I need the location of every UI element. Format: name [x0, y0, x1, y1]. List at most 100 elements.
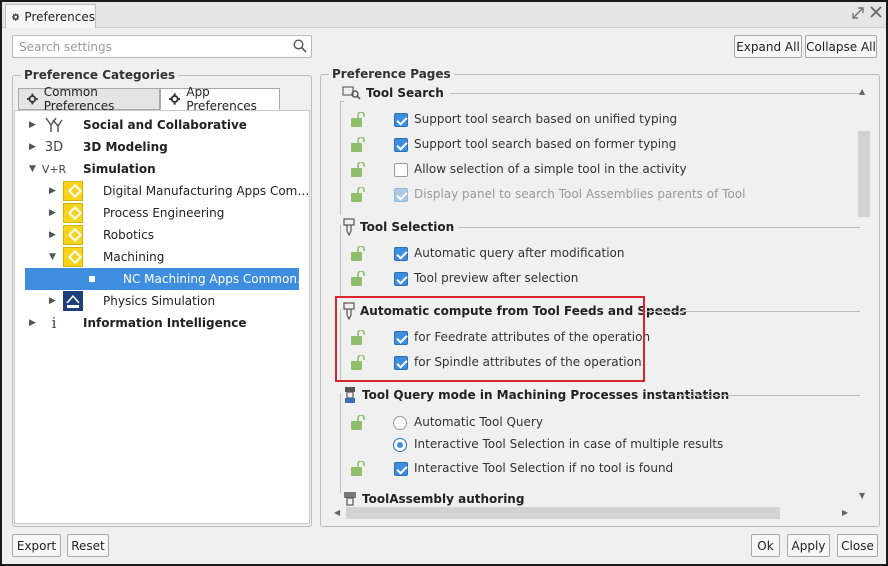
chevron-right-icon[interactable]: ▶ — [29, 142, 39, 152]
section-tool-search: Tool Search — [342, 83, 444, 103]
option-automatic-query[interactable]: Automatic query after modification — [350, 243, 850, 265]
tool-query-icon — [345, 387, 355, 403]
horizontal-scroll-thumb[interactable] — [346, 507, 780, 519]
search-box — [12, 35, 312, 58]
option-label: Automatic Tool Query — [414, 415, 543, 429]
tree-item-label: Process Engineering — [103, 206, 225, 220]
tab-common-preferences[interactable]: Common Preferences — [18, 85, 160, 113]
checkbox[interactable] — [394, 113, 408, 127]
tree-item-nc-machining[interactable]: NC Machining Apps Common… — [25, 268, 309, 290]
tree-item-3d-modeling[interactable]: ▶ 3D 3D Modeling — [15, 136, 309, 158]
close-icon[interactable] — [868, 6, 884, 22]
ok-button[interactable]: Ok — [751, 534, 780, 557]
tree-item-information-intelligence[interactable]: ▶ i Information Intelligence — [15, 312, 309, 334]
chevron-right-icon[interactable]: ▶ — [49, 208, 59, 218]
info-icon: i — [51, 314, 57, 332]
apply-button[interactable]: Apply — [787, 534, 830, 557]
checkbox[interactable] — [394, 462, 408, 476]
checkbox[interactable] — [394, 138, 408, 152]
option-tool-preview[interactable]: Tool preview after selection — [350, 268, 850, 290]
option-former-typing[interactable]: Support tool search based on former typi… — [350, 134, 850, 156]
tree-item-label: Social and Collaborative — [83, 118, 247, 132]
tree-item-simulation[interactable]: ▼ V+R Simulation — [15, 158, 309, 180]
app-icon — [63, 181, 83, 201]
horizontal-scrollbar[interactable]: ◀ ▶ — [332, 506, 854, 520]
preference-categories-title: Preference Categories — [21, 68, 179, 82]
tree-item-machining[interactable]: ▼ Machining — [15, 246, 309, 268]
search-icon[interactable] — [293, 39, 307, 53]
chevron-right-icon[interactable]: ▶ — [49, 296, 59, 306]
tab-label: Common Preferences — [43, 85, 115, 113]
tree-item-social[interactable]: ▶ Social and Collaborative — [15, 114, 309, 136]
option-unified-typing[interactable]: Support tool search based on unified typ… — [350, 109, 850, 131]
option-label: Allow selection of a simple tool in the … — [414, 162, 687, 176]
option-label: Interactive Tool Selection in case of mu… — [414, 437, 724, 451]
tree-item-digital-manufacturing[interactable]: ▶ Digital Manufacturing Apps Com… — [15, 180, 309, 202]
tree-item-label: Digital Manufacturing Apps Com… — [103, 184, 310, 198]
option-simple-tool[interactable]: Allow selection of a simple tool in the … — [350, 159, 850, 181]
checkbox[interactable] — [394, 163, 408, 177]
highlight-box — [335, 296, 645, 382]
scroll-up-icon[interactable]: ▲ — [859, 87, 865, 96]
chevron-right-icon[interactable]: ▶ — [49, 186, 59, 196]
lock-open-icon[interactable] — [350, 246, 368, 262]
lock-open-icon[interactable] — [350, 415, 368, 431]
option-interactive-no-tool[interactable]: Interactive Tool Selection if no tool is… — [350, 458, 850, 480]
vertical-scroll-thumb[interactable] — [858, 131, 870, 217]
option-tool-assemblies-panel[interactable]: Display panel to search Tool Assemblies … — [350, 184, 850, 206]
option-interactive-multiple[interactable]: Interactive Tool Selection in case of mu… — [350, 434, 850, 456]
tree-item-label: NC Machining Apps Common… — [123, 272, 309, 286]
tab-app-preferences[interactable]: App Preferences — [160, 85, 280, 113]
preference-pages-panel: Tool Search Support tool search based on… — [332, 83, 869, 506]
chevron-right-icon[interactable]: ▶ — [29, 318, 39, 328]
gear-icon — [169, 93, 181, 105]
option-label: Tool preview after selection — [414, 271, 579, 285]
export-button[interactable]: Export — [12, 534, 61, 557]
radio[interactable] — [393, 438, 407, 452]
scroll-right-icon[interactable]: ▶ — [842, 508, 848, 517]
maximize-icon[interactable] — [850, 6, 866, 22]
option-automatic-tool-query[interactable]: Automatic Tool Query — [350, 412, 850, 434]
lock-open-icon[interactable] — [350, 271, 368, 287]
option-label: Automatic query after modification — [414, 246, 625, 260]
window-title: Preferences — [24, 9, 95, 24]
scroll-down-icon[interactable]: ▼ — [859, 491, 865, 500]
tool-assembly-icon — [344, 492, 356, 506]
checkbox[interactable] — [394, 247, 408, 261]
lock-open-icon[interactable] — [350, 137, 368, 153]
expand-all-button[interactable]: Expand All — [734, 35, 802, 58]
tree-item-physics-simulation[interactable]: ▶ Physics Simulation — [15, 290, 309, 312]
radio[interactable] — [393, 416, 407, 430]
option-label: Interactive Tool Selection if no tool is… — [414, 461, 674, 475]
3d-icon: 3D — [44, 139, 64, 155]
gear-icon — [27, 93, 38, 105]
chevron-down-icon[interactable]: ▼ — [29, 164, 39, 174]
social-icon — [43, 115, 65, 135]
lock-open-icon[interactable] — [350, 187, 368, 203]
tree-item-label: 3D Modeling — [83, 140, 168, 154]
simulation-icon: V+R — [41, 162, 67, 176]
section-title: ToolAssembly authoring — [362, 492, 525, 506]
checkbox[interactable] — [394, 272, 408, 286]
checkbox[interactable] — [394, 188, 408, 202]
lock-open-icon[interactable] — [350, 461, 368, 477]
close-button[interactable]: Close — [837, 534, 878, 557]
collapse-all-button[interactable]: Collapse All — [805, 35, 877, 58]
section-tool-query-mode: Tool Query mode in Machining Processes i… — [342, 385, 729, 405]
chevron-down-icon[interactable]: ▼ — [49, 252, 59, 262]
chevron-right-icon[interactable]: ▶ — [29, 120, 39, 130]
window-tab[interactable]: Preferences — [5, 4, 96, 28]
app-icon — [63, 247, 83, 267]
reset-button[interactable]: Reset — [67, 534, 109, 557]
lock-open-icon[interactable] — [350, 112, 368, 128]
section-title: Tool Search — [366, 86, 444, 100]
section-tool-selection: Tool Selection — [342, 217, 454, 237]
chevron-right-icon[interactable]: ▶ — [49, 230, 59, 240]
vertical-scrollbar[interactable]: ▲ ▼ — [857, 83, 871, 506]
tree-item-process-engineering[interactable]: ▶ Process Engineering — [15, 202, 309, 224]
tree-item-robotics[interactable]: ▶ Robotics — [15, 224, 309, 246]
tree-item-label: Machining — [103, 250, 165, 264]
scroll-left-icon[interactable]: ◀ — [334, 508, 340, 517]
search-input[interactable] — [13, 36, 283, 57]
lock-open-icon[interactable] — [350, 162, 368, 178]
